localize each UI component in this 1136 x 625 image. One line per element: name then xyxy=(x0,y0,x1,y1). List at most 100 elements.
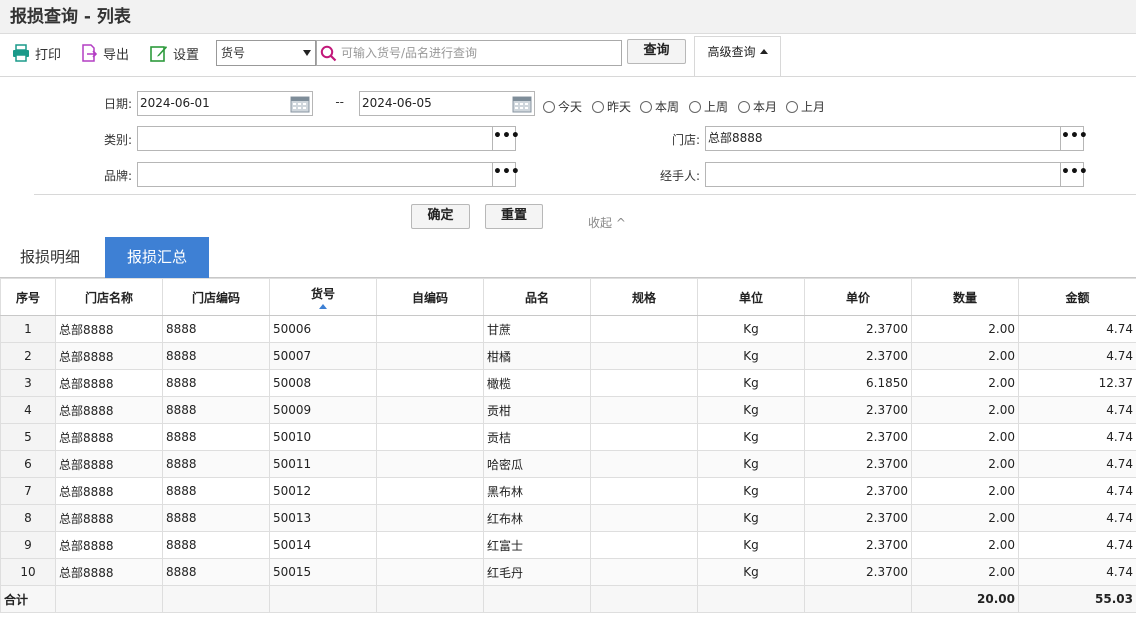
total-empty-cell xyxy=(804,585,912,613)
col-header-store-name[interactable]: 门店名称 xyxy=(55,278,163,316)
cell-row-index: 9 xyxy=(0,531,56,559)
cell-store-name: 总部8888 xyxy=(55,504,163,532)
cell-store-code: 8888 xyxy=(162,342,270,370)
radio-circle xyxy=(592,100,604,113)
cell-store-code: 8888 xyxy=(162,315,270,343)
col-header-item-code[interactable]: 货号 xyxy=(269,278,377,316)
table-row[interactable]: 6 总部8888 8888 50011 哈密瓜 Kg 2.3700 2.00 4.74 xyxy=(0,450,1136,478)
col-header-product-name[interactable]: 品名 xyxy=(483,278,591,316)
cell-store-code: 8888 xyxy=(162,396,270,424)
settings-button[interactable]: 设置 xyxy=(150,42,199,64)
col-header-index[interactable]: 序号 xyxy=(0,278,56,316)
table-row[interactable]: 3 总部8888 8888 50008 橄榄 Kg 6.1850 2.00 12.37 xyxy=(0,369,1136,397)
cell-item-code: 50013 xyxy=(269,504,377,532)
col-header-custom-code[interactable]: 自编码 xyxy=(376,278,484,316)
radio-yesterday[interactable]: 昨天 xyxy=(592,98,631,115)
category-browse-button[interactable]: ••• xyxy=(492,127,520,150)
tab-loss-detail[interactable]: 报损明细 xyxy=(10,237,90,278)
date-from-field[interactable]: 2024-06-01 xyxy=(137,91,313,116)
cell-amount: 4.74 xyxy=(1018,315,1136,343)
brand-field[interactable]: ••• xyxy=(137,162,520,187)
table-row[interactable]: 8 总部8888 8888 50013 红布林 Kg 2.3700 2.00 4.74 xyxy=(0,504,1136,532)
radio-last-week[interactable]: 上周 xyxy=(689,98,728,115)
brand-browse-button[interactable]: ••• xyxy=(492,163,520,186)
cell-amount: 4.74 xyxy=(1018,558,1136,586)
category-field[interactable]: ••• xyxy=(137,126,520,151)
cell-row-index: 6 xyxy=(0,450,56,478)
cell-quantity: 2.00 xyxy=(911,342,1019,370)
table-row[interactable]: 9 总部8888 8888 50014 红富士 Kg 2.3700 2.00 4.74 xyxy=(0,531,1136,559)
query-button[interactable]: 查询 xyxy=(627,39,686,64)
col-header-store-code[interactable]: 门店编码 xyxy=(162,278,270,316)
cell-unit: Kg xyxy=(697,423,805,451)
table-row[interactable]: 1 总部8888 8888 50006 甘蔗 Kg 2.3700 2.00 4.74 xyxy=(0,315,1136,343)
col-header-unit-price[interactable]: 单价 xyxy=(804,278,912,316)
cell-unit-price: 2.3700 xyxy=(804,450,912,478)
print-button[interactable]: 打印 xyxy=(12,42,61,64)
calendar-icon[interactable] xyxy=(512,94,532,113)
cell-row-index: 3 xyxy=(0,369,56,397)
cell-unit-price: 2.3700 xyxy=(804,423,912,451)
table-row[interactable]: 7 总部8888 8888 50012 黑布林 Kg 2.3700 2.00 4.74 xyxy=(0,477,1136,505)
cell-unit: Kg xyxy=(697,315,805,343)
store-label: 门店: xyxy=(671,133,700,147)
calendar-icon[interactable] xyxy=(290,94,310,113)
table-header-row: 序号 门店名称 门店编码 货号 自编码 品名 规格 单位 单价 数量 金额 xyxy=(0,278,1136,316)
chevron-down-icon xyxy=(303,50,311,56)
table-row[interactable]: 10 总部8888 8888 50015 红毛丹 Kg 2.3700 2.00 4.74 xyxy=(0,558,1136,586)
cell-quantity: 2.00 xyxy=(911,531,1019,559)
export-icon xyxy=(82,44,98,62)
cell-unit-price: 2.3700 xyxy=(804,504,912,532)
print-label: 打印 xyxy=(35,47,62,63)
handler-browse-button[interactable]: ••• xyxy=(1060,163,1088,186)
date-to-field[interactable]: 2024-06-05 xyxy=(359,91,535,116)
cell-amount: 4.74 xyxy=(1018,504,1136,532)
store-browse-button[interactable]: ••• xyxy=(1060,127,1088,150)
cell-unit-price: 2.3700 xyxy=(804,558,912,586)
export-button[interactable]: 导出 xyxy=(80,42,129,64)
radio-today[interactable]: 今天 xyxy=(543,98,582,115)
table-row[interactable]: 2 总部8888 8888 50007 柑橘 Kg 2.3700 2.00 4.74 xyxy=(0,342,1136,370)
cell-store-code: 8888 xyxy=(162,369,270,397)
col-header-amount[interactable]: 金额 xyxy=(1018,278,1136,316)
col-header-unit[interactable]: 单位 xyxy=(697,278,805,316)
tab-loss-summary[interactable]: 报损汇总 xyxy=(105,237,209,278)
cell-custom-code xyxy=(376,396,484,424)
table-row[interactable]: 5 总部8888 8888 50010 贡桔 Kg 2.3700 2.00 4.74 xyxy=(0,423,1136,451)
radio-this-month[interactable]: 本月 xyxy=(738,98,777,115)
tab-bar: 报损明细 报损汇总 xyxy=(0,237,1136,278)
search-field-select[interactable]: 货号 xyxy=(216,40,316,66)
total-amount: 55.03 xyxy=(1018,585,1136,613)
col-header-spec[interactable]: 规格 xyxy=(590,278,698,316)
table-row[interactable]: 4 总部8888 8888 50009 贡柑 Kg 2.3700 2.00 4.74 xyxy=(0,396,1136,424)
confirm-button[interactable]: 确定 xyxy=(411,204,470,229)
category-label: 类别: xyxy=(103,133,132,147)
reset-button[interactable]: 重置 xyxy=(485,204,543,229)
col-header-quantity[interactable]: 数量 xyxy=(911,278,1019,316)
cell-item-code: 50012 xyxy=(269,477,377,505)
handler-field[interactable]: ••• xyxy=(705,162,1088,187)
total-empty-cell xyxy=(376,585,484,613)
cell-spec xyxy=(590,315,698,343)
cell-spec xyxy=(590,342,698,370)
cell-custom-code xyxy=(376,450,484,478)
radio-this-week[interactable]: 本周 xyxy=(640,98,679,115)
cell-unit: Kg xyxy=(697,342,805,370)
radio-label: 上月 xyxy=(801,100,826,114)
advanced-query-toggle[interactable]: 高级查询 xyxy=(694,36,781,77)
cell-store-code: 8888 xyxy=(162,450,270,478)
settings-label: 设置 xyxy=(173,47,200,63)
store-field[interactable]: 总部8888 ••• xyxy=(705,126,1088,151)
radio-last-month[interactable]: 上月 xyxy=(786,98,825,115)
export-label: 导出 xyxy=(103,47,130,63)
collapse-link[interactable]: 收起 ^ xyxy=(588,214,626,231)
cell-row-index: 10 xyxy=(0,558,56,586)
cell-store-name: 总部8888 xyxy=(55,450,163,478)
search-field-value: 货号 xyxy=(221,46,246,60)
store-value: 总部8888 xyxy=(708,131,763,145)
cell-custom-code xyxy=(376,369,484,397)
cell-custom-code xyxy=(376,423,484,451)
search-input[interactable] xyxy=(341,43,617,63)
col-header-item-code-label: 货号 xyxy=(310,287,335,301)
radio-label: 本月 xyxy=(753,100,778,114)
